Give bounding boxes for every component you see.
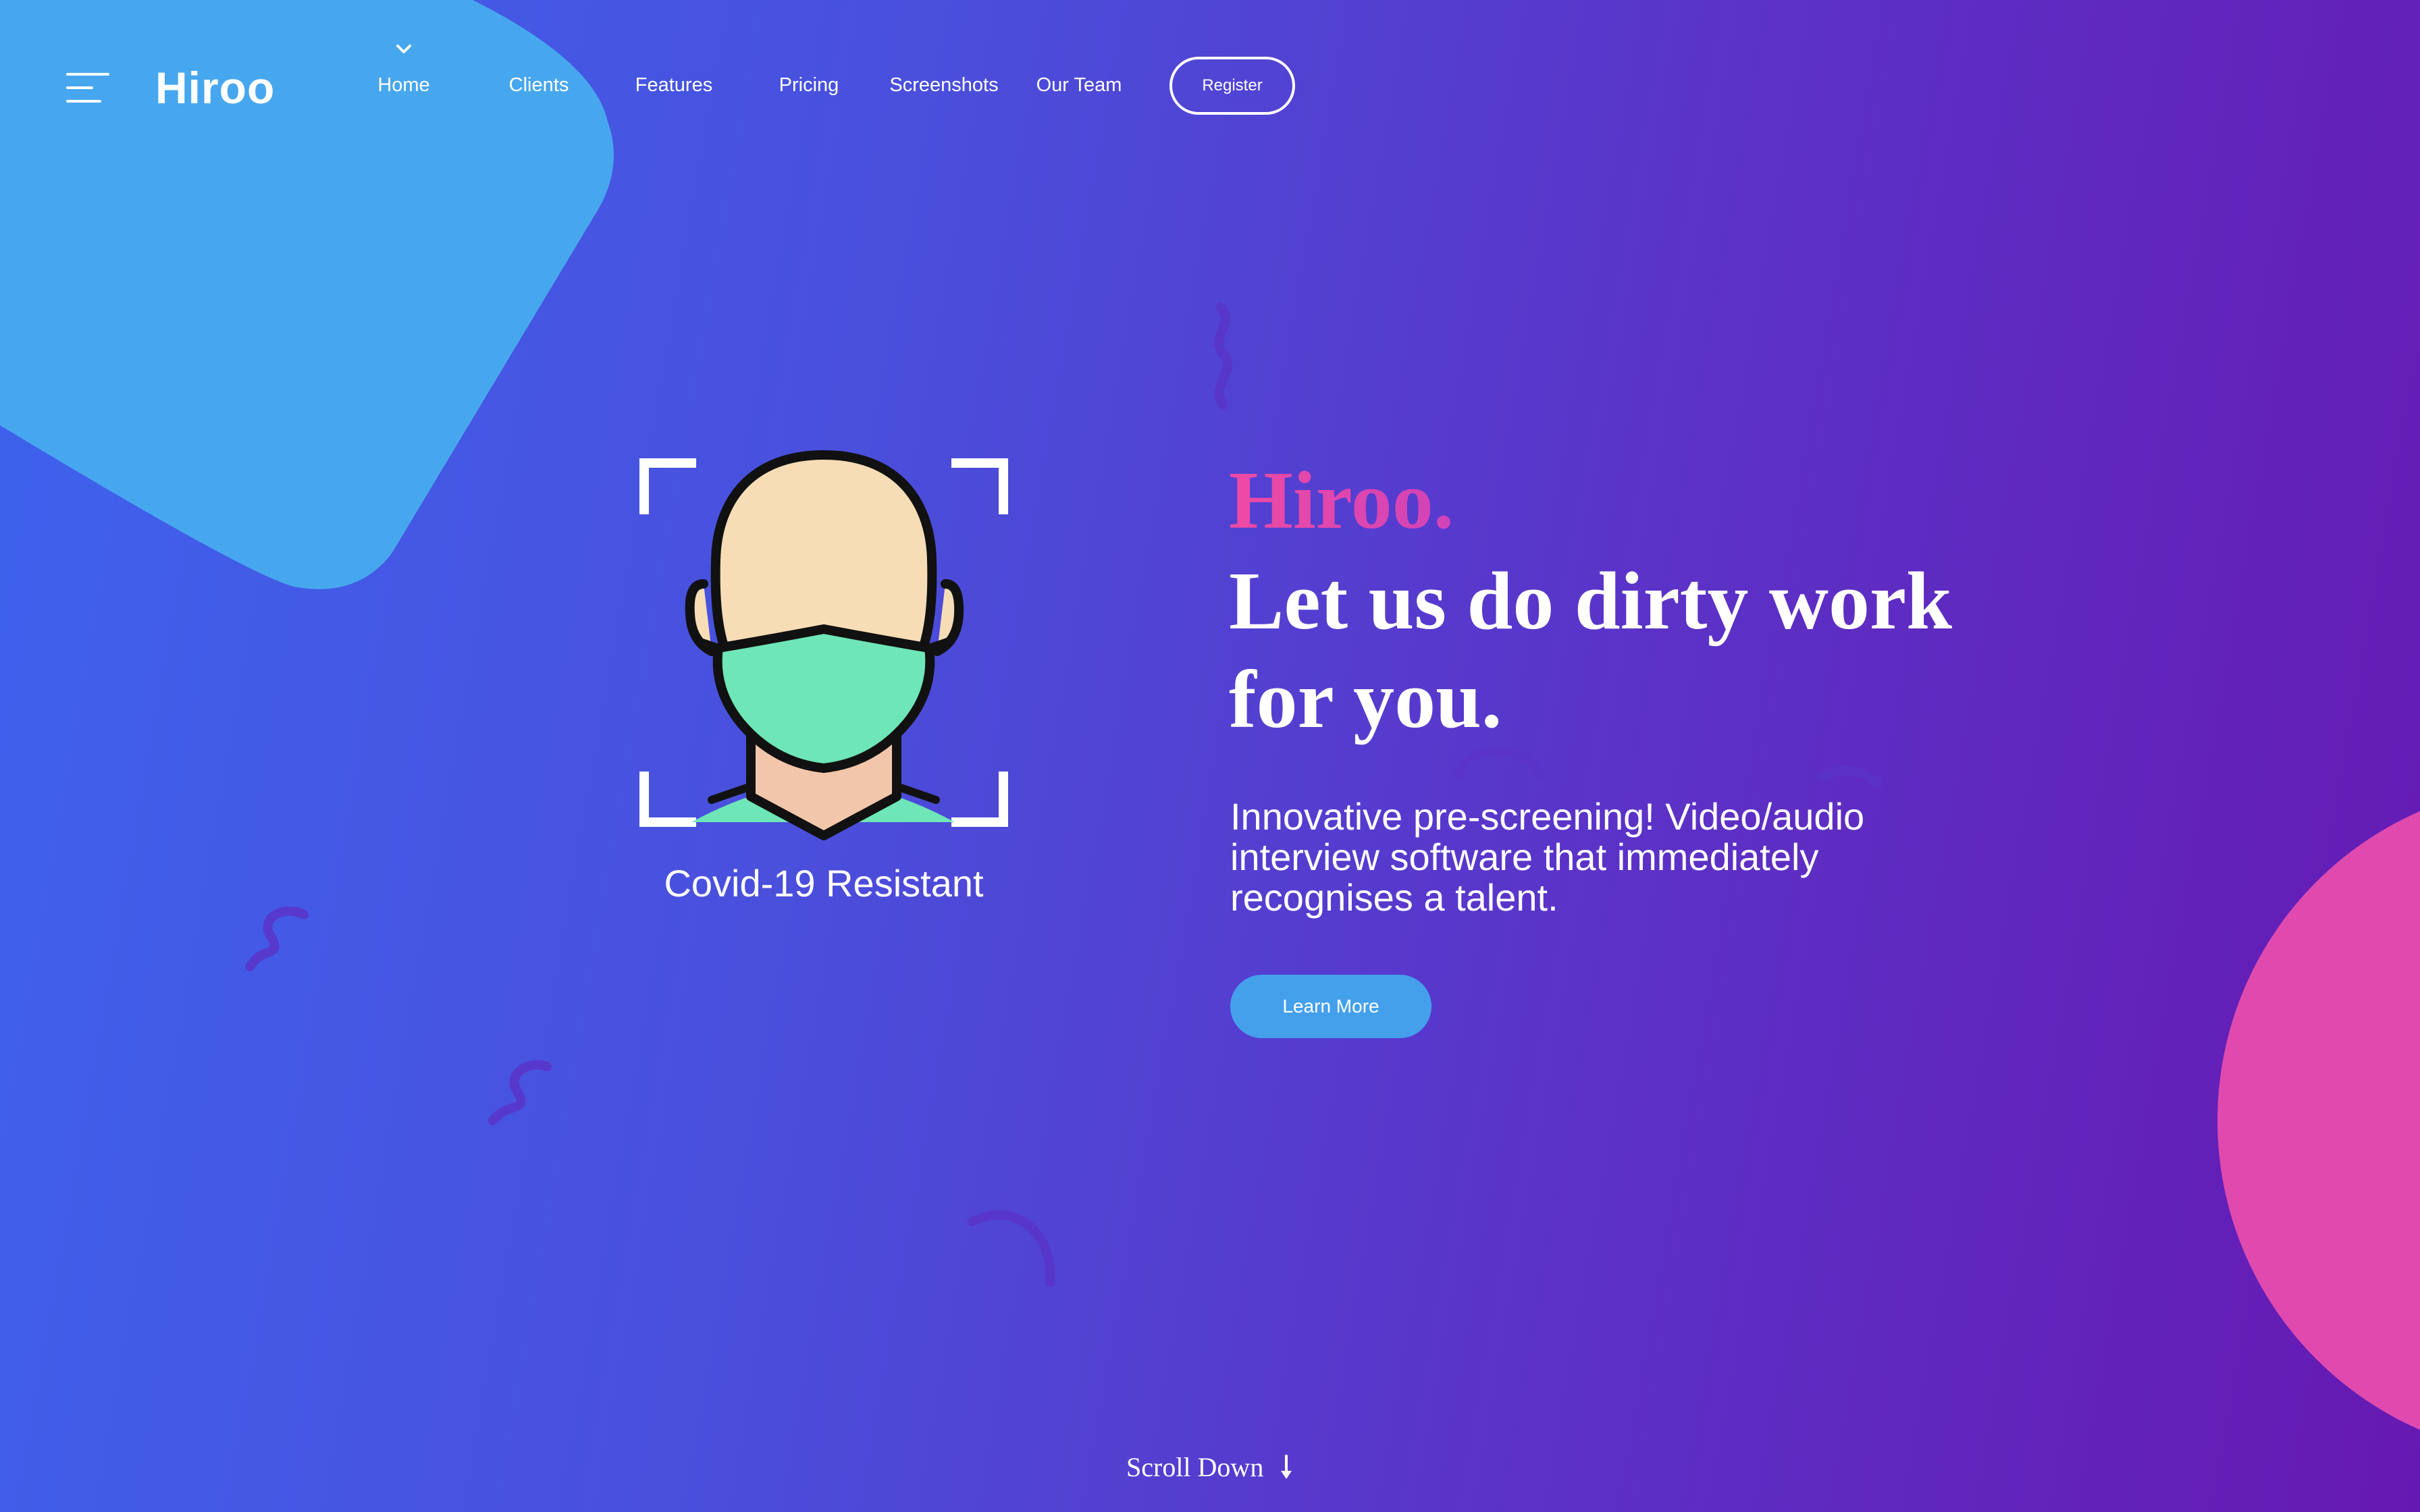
- pink-decorative-circle: [2217, 811, 2420, 1430]
- decorative-squiggles: [245, 302, 1882, 1287]
- hero-heading-line-1: Let us do dirty work: [1229, 556, 1952, 647]
- hero-heading: Let us do dirty work for you.: [1229, 552, 2107, 749]
- scroll-down-link[interactable]: Scroll Down: [1126, 1451, 1293, 1483]
- chevron-down-icon: [396, 45, 411, 53]
- masked-face-scan-icon: [639, 450, 1008, 840]
- nav-item-home[interactable]: Home: [336, 74, 471, 97]
- illustration-caption: Covid-19 Resistant: [664, 862, 984, 905]
- hero-brand-name: Hiroo.: [1229, 454, 1454, 548]
- nav-item-pricing[interactable]: Pricing: [741, 74, 876, 97]
- scroll-down-label: Scroll Down: [1126, 1452, 1264, 1482]
- site-logo[interactable]: Hiroo: [155, 62, 275, 113]
- hamburger-menu-icon[interactable]: [66, 73, 109, 104]
- nav-item-our-team[interactable]: Our Team: [1011, 74, 1147, 97]
- nav-item-features[interactable]: Features: [606, 74, 741, 97]
- arrow-down-icon: [1281, 1455, 1292, 1479]
- register-button[interactable]: Register: [1169, 57, 1295, 115]
- hero-description: Innovative pre-screening! Video/audio in…: [1230, 795, 1865, 919]
- learn-more-button[interactable]: Learn More: [1230, 975, 1431, 1038]
- nav-item-clients[interactable]: Clients: [471, 74, 606, 97]
- hero-heading-line-2: for you.: [1229, 654, 1502, 745]
- nav-item-screenshots[interactable]: Screenshots: [876, 74, 1011, 97]
